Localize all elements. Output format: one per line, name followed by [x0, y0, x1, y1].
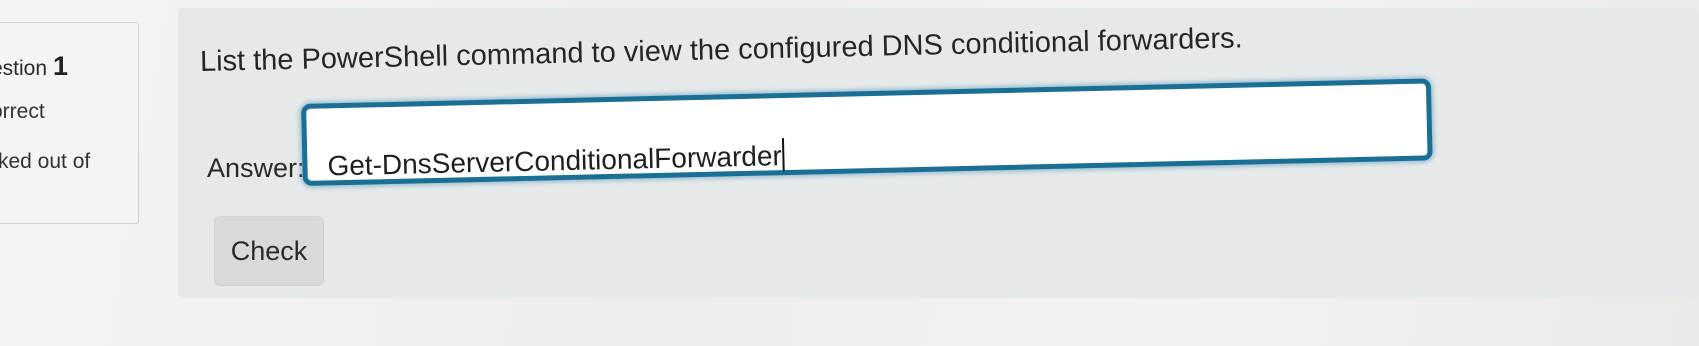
question-label: estion [0, 57, 48, 80]
answer-input[interactable]: Get-DnsServerConditionalForwarder [301, 78, 1433, 186]
answer-label: Answer: [207, 153, 305, 183]
question-text: List the PowerShell command to view the … [199, 22, 1243, 78]
question-content-panel: List the PowerShell command to view the … [178, 8, 1699, 298]
check-button[interactable]: Check [214, 216, 324, 286]
answer-text: Get-DnsServerConditionalForwarder [327, 140, 783, 182]
question-info-panel: estion1 orrect rked out of [0, 22, 139, 224]
text-cursor [782, 138, 786, 172]
answer-input-value: Get-DnsServerConditionalForwarder [327, 138, 786, 182]
question-number: 1 [53, 51, 69, 81]
question-status: orrect [0, 100, 45, 123]
question-number-heading: estion1 [0, 51, 68, 82]
question-marks: rked out of [0, 150, 91, 173]
